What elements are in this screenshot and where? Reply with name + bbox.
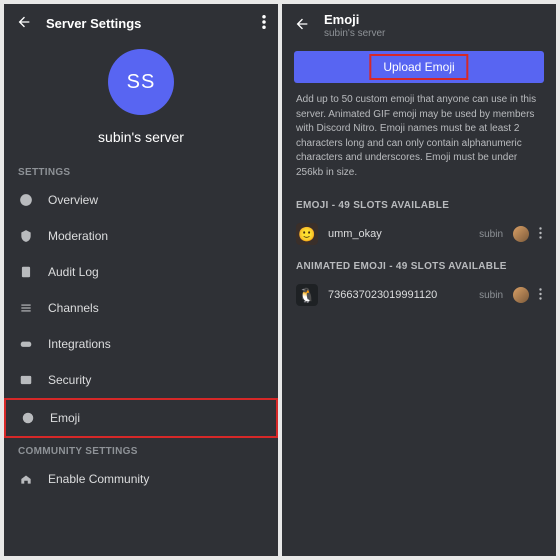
header-title: Emoji xyxy=(324,12,544,27)
more-icon[interactable] xyxy=(539,227,542,242)
menu-moderation[interactable]: Moderation xyxy=(4,218,278,254)
server-avatar-block: SS subin's server xyxy=(4,43,278,159)
header-title: Server Settings xyxy=(46,16,248,31)
back-icon[interactable] xyxy=(16,14,32,33)
header: Emoji subin's server xyxy=(282,4,556,47)
back-icon[interactable] xyxy=(294,16,310,35)
header: Server Settings xyxy=(4,4,278,43)
emoji-panel: Emoji subin's server Upload Emoji Add up… xyxy=(282,4,556,556)
settings-menu: Overview Moderation Audit Log Channels I… xyxy=(4,182,278,438)
menu-label: Overview xyxy=(48,193,98,207)
clipboard-icon xyxy=(18,265,34,279)
info-icon xyxy=(18,193,34,207)
emoji-thumbnail: 🙂 xyxy=(296,223,318,245)
community-icon xyxy=(18,472,34,486)
emoji-thumbnail: 🐧 xyxy=(296,284,318,306)
menu-label: Integrations xyxy=(48,337,111,351)
menu-emoji[interactable]: Emoji xyxy=(4,398,278,438)
emoji-name: 736637023019991120 xyxy=(328,289,469,301)
menu-label: Enable Community xyxy=(48,472,149,486)
shield-icon xyxy=(18,229,34,243)
menu-security[interactable]: Security xyxy=(4,362,278,398)
emoji-description: Add up to 50 custom emoji that anyone ca… xyxy=(282,93,556,190)
menu-label: Channels xyxy=(48,301,99,315)
menu-integrations[interactable]: Integrations xyxy=(4,326,278,362)
emoji-icon xyxy=(20,411,36,425)
menu-channels[interactable]: Channels xyxy=(4,290,278,326)
more-icon[interactable] xyxy=(539,288,542,303)
community-menu: Enable Community xyxy=(4,461,278,497)
header-subtitle: subin's server xyxy=(324,28,544,39)
animated-slots-label: ANIMATED EMOJI - 49 SLOTS AVAILABLE xyxy=(282,251,556,278)
menu-overview[interactable]: Overview xyxy=(4,182,278,218)
menu-label: Audit Log xyxy=(48,265,99,279)
emoji-row[interactable]: 🙂 umm_okay subin xyxy=(282,217,556,251)
section-settings-label: SETTINGS xyxy=(4,159,278,182)
upload-emoji-button[interactable]: Upload Emoji xyxy=(294,51,544,83)
emoji-slots-label: EMOJI - 49 SLOTS AVAILABLE xyxy=(282,190,556,217)
server-settings-panel: Server Settings SS subin's server SETTIN… xyxy=(4,4,278,556)
menu-label: Moderation xyxy=(48,229,108,243)
emoji-owner: subin xyxy=(479,229,503,240)
server-avatar: SS xyxy=(108,49,174,115)
menu-enable-community[interactable]: Enable Community xyxy=(4,461,278,497)
controller-icon xyxy=(18,337,34,351)
owner-avatar xyxy=(513,226,529,242)
lock-icon xyxy=(18,373,34,387)
more-icon[interactable] xyxy=(262,15,266,32)
list-icon xyxy=(18,301,34,315)
emoji-row[interactable]: 🐧 736637023019991120 subin xyxy=(282,278,556,312)
upload-label: Upload Emoji xyxy=(383,60,454,74)
owner-avatar xyxy=(513,287,529,303)
emoji-owner: subin xyxy=(479,290,503,301)
menu-label: Security xyxy=(48,373,91,387)
menu-label: Emoji xyxy=(50,411,80,425)
menu-audit[interactable]: Audit Log xyxy=(4,254,278,290)
section-community-label: COMMUNITY SETTINGS xyxy=(4,438,278,461)
emoji-name: umm_okay xyxy=(328,228,469,240)
server-name: subin's server xyxy=(98,129,184,145)
